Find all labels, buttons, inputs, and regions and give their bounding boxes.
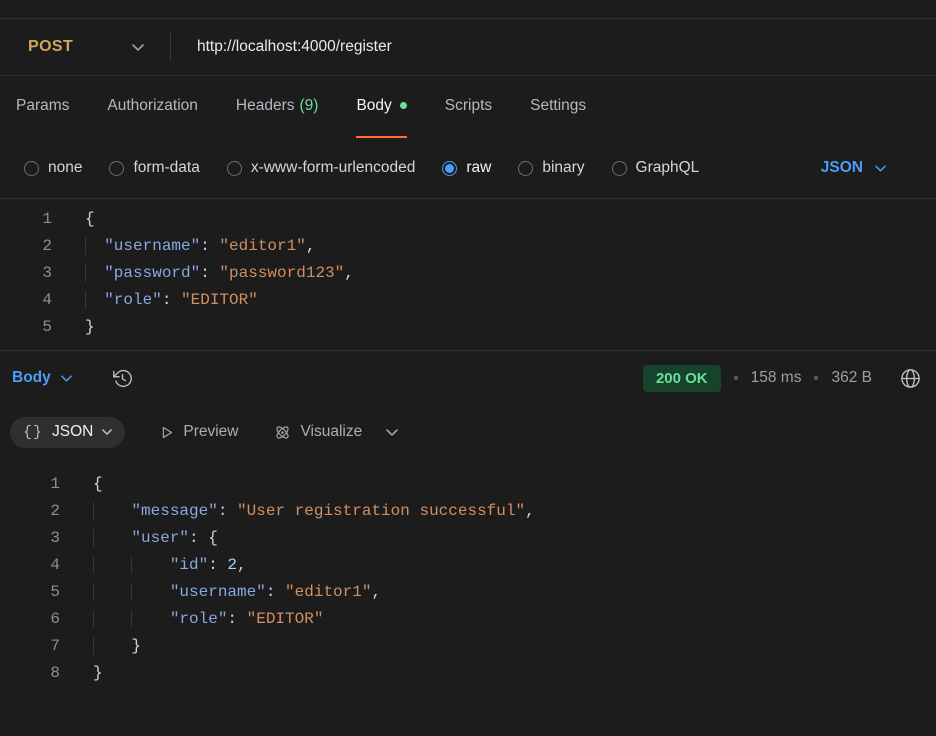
code-line: 4 "role": "EDITOR" bbox=[0, 287, 936, 314]
method-label: POST bbox=[28, 38, 73, 56]
tab-headers[interactable]: Headers (9) bbox=[236, 76, 319, 138]
code-line: 6 "role": "EDITOR" bbox=[0, 606, 936, 633]
radio-none[interactable]: none bbox=[24, 159, 82, 177]
code-line: 2 "username": "editor1", bbox=[0, 233, 936, 260]
body-modified-dot bbox=[400, 102, 407, 109]
code-line: 7 } bbox=[0, 633, 936, 660]
preview-button[interactable]: Preview bbox=[159, 423, 238, 441]
chevron-down-icon bbox=[102, 429, 112, 435]
play-icon bbox=[159, 425, 174, 440]
code-line: 8} bbox=[0, 660, 936, 687]
code-line: 4 "id": 2, bbox=[0, 552, 936, 579]
headers-count-badge: (9) bbox=[299, 97, 318, 115]
radio-form-data[interactable]: form-data bbox=[109, 159, 199, 177]
tab-authorization[interactable]: Authorization bbox=[107, 76, 197, 138]
dot-separator bbox=[814, 376, 818, 380]
code-line: 5} bbox=[0, 314, 936, 341]
radio-binary[interactable]: binary bbox=[518, 159, 584, 177]
line-number: 1 bbox=[0, 206, 52, 233]
chevron-down-icon bbox=[61, 375, 72, 382]
radio-circle-icon[interactable] bbox=[442, 161, 457, 176]
body-type-radiogroup: none form-data x-www-form-urlencoded raw… bbox=[0, 138, 936, 198]
tab-params[interactable]: Params bbox=[16, 76, 69, 138]
tab-scripts[interactable]: Scripts bbox=[445, 76, 492, 138]
response-tabs: {} JSON Preview Visualize bbox=[0, 405, 936, 459]
radio-circle-icon[interactable] bbox=[227, 161, 242, 176]
response-time[interactable]: 158 ms bbox=[751, 369, 802, 387]
radio-circle-icon[interactable] bbox=[518, 161, 533, 176]
url-input[interactable]: http://localhost:4000/register bbox=[171, 38, 936, 56]
line-number: 5 bbox=[0, 314, 52, 341]
history-icon[interactable] bbox=[112, 368, 133, 389]
line-number: 8 bbox=[0, 660, 60, 687]
status-badge[interactable]: 200 OK bbox=[643, 365, 721, 392]
radio-circle-icon[interactable] bbox=[612, 161, 627, 176]
line-number: 3 bbox=[0, 260, 52, 287]
line-number: 2 bbox=[0, 498, 60, 525]
line-number: 4 bbox=[0, 552, 60, 579]
visualize-button[interactable]: Visualize bbox=[273, 423, 363, 442]
response-header: Body 200 OK 158 ms 362 B bbox=[0, 351, 936, 405]
line-number: 6 bbox=[0, 606, 60, 633]
line-number: 5 bbox=[0, 579, 60, 606]
method-select[interactable]: POST bbox=[0, 19, 170, 75]
radio-raw[interactable]: raw bbox=[442, 159, 491, 177]
line-number: 2 bbox=[0, 233, 52, 260]
response-body-select[interactable]: Body bbox=[12, 369, 72, 387]
chevron-down-icon bbox=[875, 165, 886, 172]
code-line: 5 "username": "editor1", bbox=[0, 579, 936, 606]
response-more-chevron[interactable] bbox=[386, 429, 398, 436]
request-tabs: Params Authorization Headers (9) Body Sc… bbox=[0, 76, 936, 138]
request-body-editor[interactable]: 1{2 "username": "editor1",3 "password": … bbox=[0, 198, 936, 351]
line-number: 3 bbox=[0, 525, 60, 552]
code-line: 2 "message": "User registration successf… bbox=[0, 498, 936, 525]
dot-separator bbox=[734, 376, 738, 380]
radio-circle-icon[interactable] bbox=[24, 161, 39, 176]
code-line: 3 "password": "password123", bbox=[0, 260, 936, 287]
visualize-icon bbox=[273, 423, 292, 442]
radio-x-www-form-urlencoded[interactable]: x-www-form-urlencoded bbox=[227, 159, 416, 177]
line-number: 1 bbox=[0, 471, 60, 498]
globe-icon[interactable] bbox=[899, 367, 922, 390]
response-size[interactable]: 362 B bbox=[831, 369, 872, 387]
language-select[interactable]: JSON bbox=[821, 159, 912, 177]
response-format-select[interactable]: {} JSON bbox=[10, 417, 125, 448]
response-meta: 200 OK 158 ms 362 B bbox=[643, 365, 922, 392]
tab-body[interactable]: Body bbox=[356, 76, 406, 138]
request-url-bar: POST http://localhost:4000/register bbox=[0, 18, 936, 76]
line-number: 4 bbox=[0, 287, 52, 314]
line-number: 7 bbox=[0, 633, 60, 660]
code-line: 1{ bbox=[0, 206, 936, 233]
radio-circle-icon[interactable] bbox=[109, 161, 124, 176]
code-line: 3 "user": { bbox=[0, 525, 936, 552]
radio-graphql[interactable]: GraphQL bbox=[612, 159, 700, 177]
code-line: 1{ bbox=[0, 471, 936, 498]
chevron-down-icon bbox=[132, 44, 144, 51]
braces-icon: {} bbox=[23, 424, 43, 441]
tab-settings[interactable]: Settings bbox=[530, 76, 586, 138]
response-body-viewer: 1{2 "message": "User registration succes… bbox=[0, 459, 936, 687]
